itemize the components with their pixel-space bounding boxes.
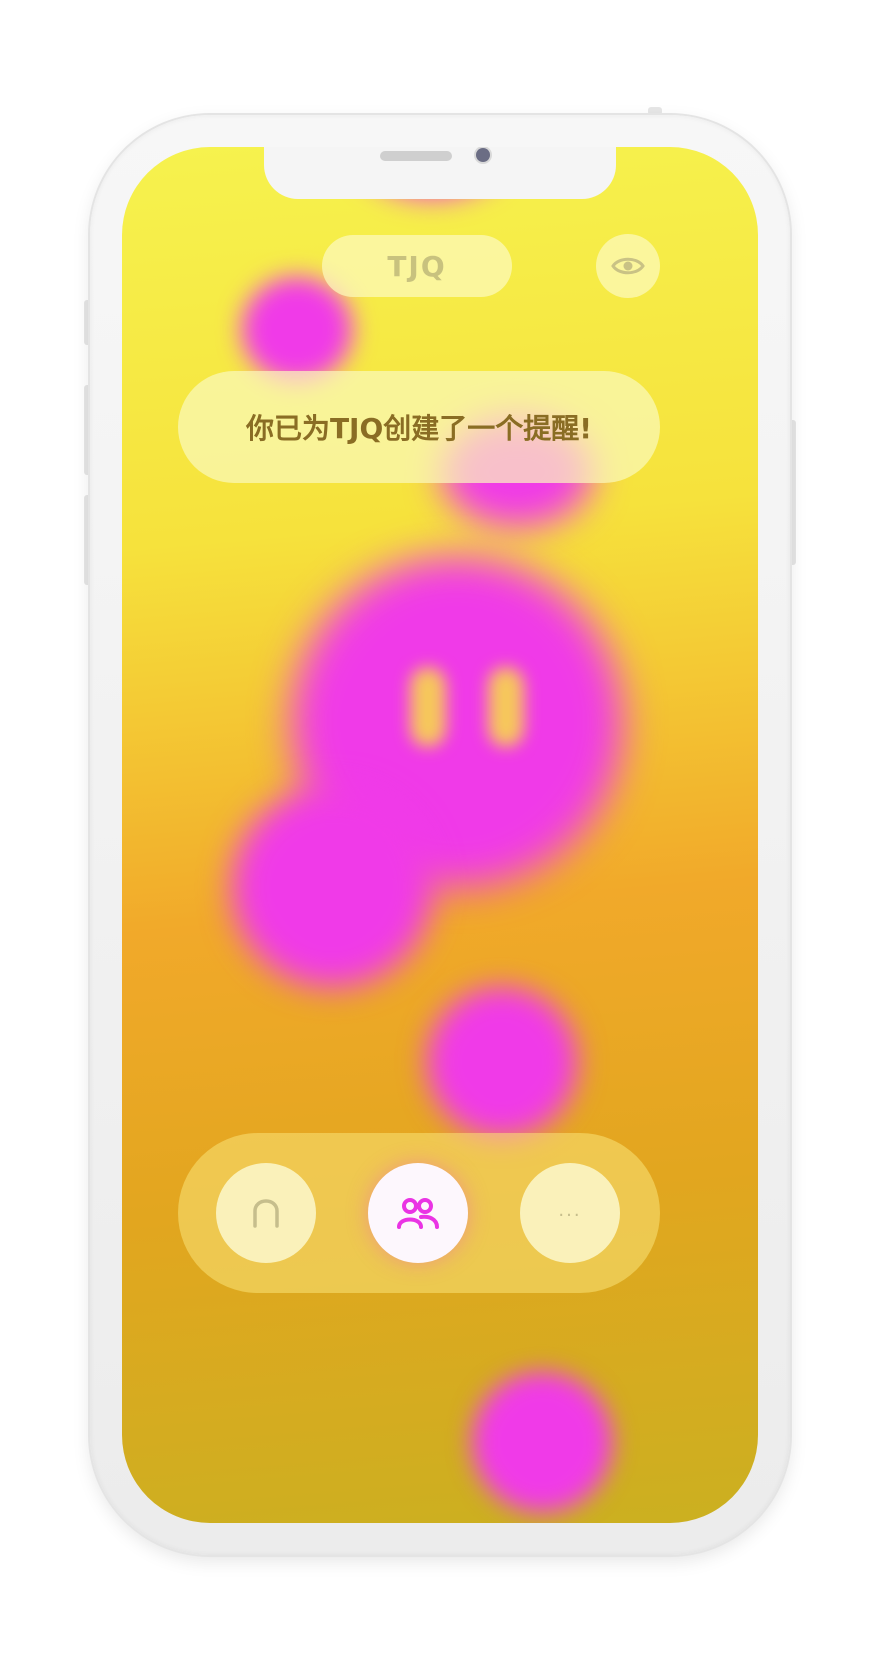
character-left-eye xyxy=(410,667,446,747)
visibility-button[interactable] xyxy=(596,234,660,298)
home-icon xyxy=(253,1199,279,1228)
friends-icon xyxy=(397,1198,439,1229)
background-blob xyxy=(242,277,352,382)
background-blob xyxy=(232,787,432,987)
contact-name-pill[interactable]: TJQ xyxy=(322,235,512,297)
front-camera xyxy=(476,148,490,162)
more-icon: ... xyxy=(558,1199,582,1221)
top-edge-detail xyxy=(648,107,662,115)
friends-button[interactable] xyxy=(368,1163,468,1263)
bottom-navigation: ... xyxy=(178,1133,660,1293)
app-screen: TJQ 你已为TJQ创建了一个提醒! ... xyxy=(122,147,758,1523)
reminder-notification: 你已为TJQ创建了一个提醒! xyxy=(178,371,660,483)
character-right-eye xyxy=(488,667,524,747)
notification-message: 你已为TJQ创建了一个提醒! xyxy=(245,412,593,445)
notch xyxy=(264,147,616,199)
background-blob xyxy=(472,1372,612,1512)
device-mockup: TJQ 你已为TJQ创建了一个提醒! ... xyxy=(0,0,881,1669)
home-button[interactable] xyxy=(216,1163,316,1263)
speaker-grille xyxy=(380,151,452,161)
more-button[interactable]: ... xyxy=(520,1163,620,1263)
background-blob xyxy=(427,987,577,1137)
eye-icon xyxy=(611,257,645,275)
contact-name: TJQ xyxy=(387,249,447,283)
